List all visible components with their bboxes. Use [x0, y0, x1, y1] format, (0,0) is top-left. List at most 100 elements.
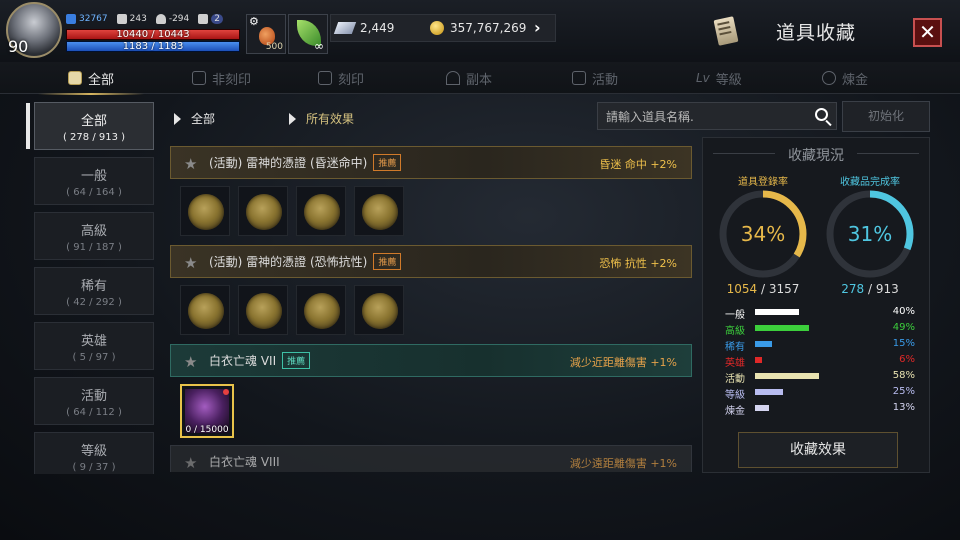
grade-row: 英雄 6% — [725, 352, 921, 369]
tab-event[interactable]: 活動 — [572, 62, 618, 94]
sidebar-item-event[interactable]: 活動 ( 64 / 112 ) — [34, 377, 154, 425]
item-card[interactable] — [180, 285, 230, 335]
reset-button[interactable]: 初始化 — [842, 101, 930, 132]
item-card[interactable] — [180, 186, 230, 236]
item-card[interactable]: 0 / 15000 — [180, 384, 234, 438]
grade-row: 等級 25% — [725, 384, 921, 401]
sidebar-item-normal[interactable]: 一般 ( 64 / 164 ) — [34, 157, 154, 205]
mp-bar: 1183 / 1183 — [66, 41, 240, 52]
item-card[interactable] — [354, 186, 404, 236]
top-bar: 90 32767 243 -294 2 10440 / 10443 1183 /… — [0, 0, 960, 62]
registration-percent: 34% — [740, 222, 786, 246]
effect-filter[interactable]: 所有效果 — [289, 110, 354, 127]
shield-icon — [318, 71, 332, 85]
close-button[interactable]: ✕ — [913, 18, 942, 47]
grade-bar-track — [755, 405, 865, 411]
potion-count: 500 — [265, 42, 283, 52]
tab-level[interactable]: Lv 等級 — [696, 62, 742, 94]
tab-label: 等級 — [715, 72, 742, 88]
currency-expand-arrow-icon[interactable]: › — [534, 18, 541, 37]
grade-bar-track — [755, 341, 865, 347]
collection-name: 白衣亡魂 VII — [209, 354, 277, 368]
collection-effect-button[interactable]: 收藏效果 — [738, 432, 898, 468]
crystal-amount: 2,449 — [360, 21, 395, 35]
flower-icon — [822, 71, 836, 85]
grade-bar — [755, 405, 770, 411]
category-filter[interactable]: 全部 — [174, 110, 215, 127]
recommend-badge: 推薦 — [373, 253, 402, 270]
page-title: 道具收藏 — [776, 22, 857, 44]
grade-label: 一般 — [725, 310, 745, 321]
effect-filter-label: 所有效果 — [306, 112, 355, 126]
grade-bar — [755, 373, 819, 379]
buff-slot[interactable]: ∞ — [288, 14, 328, 54]
grade-row: 一般 40% — [725, 304, 921, 321]
avatar[interactable]: 90 — [6, 2, 62, 58]
category-sidebar: 全部 ( 278 / 913 ) 一般 ( 64 / 164 ) 高級 ( 91… — [26, 96, 156, 474]
hp-bar: 10440 / 10443 — [66, 29, 240, 40]
coin-item-icon — [304, 194, 340, 230]
star-icon[interactable]: ★ — [184, 254, 197, 272]
recommend-badge: 推薦 — [373, 154, 402, 171]
item-card[interactable] — [354, 285, 404, 335]
collection-effect: 減少近距離傷害 +1% — [569, 356, 677, 369]
grade-label: 稀有 — [725, 342, 745, 353]
tab-non-engraved[interactable]: 非刻印 — [192, 62, 251, 94]
search-icon[interactable] — [815, 108, 828, 121]
tab-label: 煉金 — [842, 72, 869, 88]
item-card[interactable] — [238, 186, 288, 236]
grade-label: 英雄 — [725, 358, 745, 369]
star-icon[interactable]: ★ — [184, 454, 197, 472]
sidebar-item-hero[interactable]: 英雄 ( 5 / 97 ) — [34, 322, 154, 370]
item-card[interactable] — [238, 285, 288, 335]
sidebar-item-count: ( 64 / 164 ) — [66, 187, 122, 198]
star-icon[interactable]: ★ — [184, 353, 197, 371]
stat-defense: -294 — [155, 14, 189, 24]
search-placeholder: 請輸入道具名稱. — [606, 109, 694, 124]
collection-header[interactable]: ★ (活動) 雷神的憑證 (昏迷命中) 推薦 昏迷 命中 +2% — [170, 146, 692, 179]
power-icon — [66, 14, 76, 24]
item-card[interactable] — [296, 285, 346, 335]
mp-text: 1183 / 1183 — [122, 41, 184, 52]
gold-coin-icon — [430, 21, 444, 35]
tab-dungeon[interactable]: 副本 — [446, 62, 492, 94]
tab-all[interactable]: 全部 — [37, 62, 145, 95]
collection-header[interactable]: ★ (活動) 雷神的憑證 (恐怖抗性) 推薦 恐怖 抗性 +2% — [170, 245, 692, 278]
sidebar-item-label: 活動 — [80, 389, 107, 404]
tab-label: 刻印 — [338, 72, 365, 88]
list-item: ★ (活動) 雷神的憑證 (恐怖抗性) 推薦 恐怖 抗性 +2% — [170, 245, 692, 338]
grade-bar-track — [755, 357, 865, 363]
grade-bar-track — [755, 373, 865, 379]
gear-icon[interactable]: ⚙ — [249, 15, 259, 28]
sidebar-item-all[interactable]: 全部 ( 278 / 913 ) — [26, 102, 154, 150]
collection-effect: 昏迷 命中 +2% — [599, 158, 677, 171]
sidebar-item-label: 高級 — [80, 224, 107, 239]
sidebar-item-rare[interactable]: 稀有 ( 42 / 292 ) — [34, 267, 154, 315]
collection-name: 白衣亡魂 VIII — [209, 455, 280, 469]
tab-engraved[interactable]: 刻印 — [318, 62, 364, 94]
grade-bar — [755, 357, 762, 363]
player-level: 90 — [8, 37, 29, 56]
sidebar-item-label: 全部 — [80, 114, 107, 129]
sidebar-item-advanced[interactable]: 高級 ( 91 / 187 ) — [34, 212, 154, 260]
item-progress: 0 / 15000 — [185, 425, 229, 435]
completion-ring: 31% — [824, 188, 916, 280]
tab-alchemy[interactable]: 煉金 — [822, 62, 868, 94]
combat-power-value: 32767 — [79, 14, 108, 24]
sidebar-item-count: ( 64 / 112 ) — [66, 407, 122, 418]
list-item: ★ 白衣亡魂 VIII 減少遠距離傷害 +1% — [170, 445, 692, 472]
search-input[interactable]: 請輸入道具名稱. — [597, 102, 837, 130]
grade-percent: 15% — [892, 338, 915, 349]
grade-label: 高級 — [725, 326, 745, 337]
stat-trophy: 2 — [198, 14, 223, 24]
completion-rate-label: 收藏品完成率 — [840, 177, 900, 188]
lv-icon: Lv — [696, 71, 710, 85]
sidebar-item-level[interactable]: 等級 ( 9 / 37 ) — [34, 432, 154, 474]
collection-header[interactable]: ★ 白衣亡魂 VII 推薦 減少近距離傷害 +1% — [170, 344, 692, 377]
star-icon[interactable]: ★ — [184, 155, 197, 173]
completion-total: / 913 — [867, 282, 899, 296]
item-card[interactable] — [296, 186, 346, 236]
potion-slot[interactable]: ⚙ 500 — [246, 14, 286, 54]
collection-header[interactable]: ★ 白衣亡魂 VIII 減少遠距離傷害 +1% — [170, 445, 692, 472]
sidebar-item-label: 英雄 — [80, 334, 107, 349]
